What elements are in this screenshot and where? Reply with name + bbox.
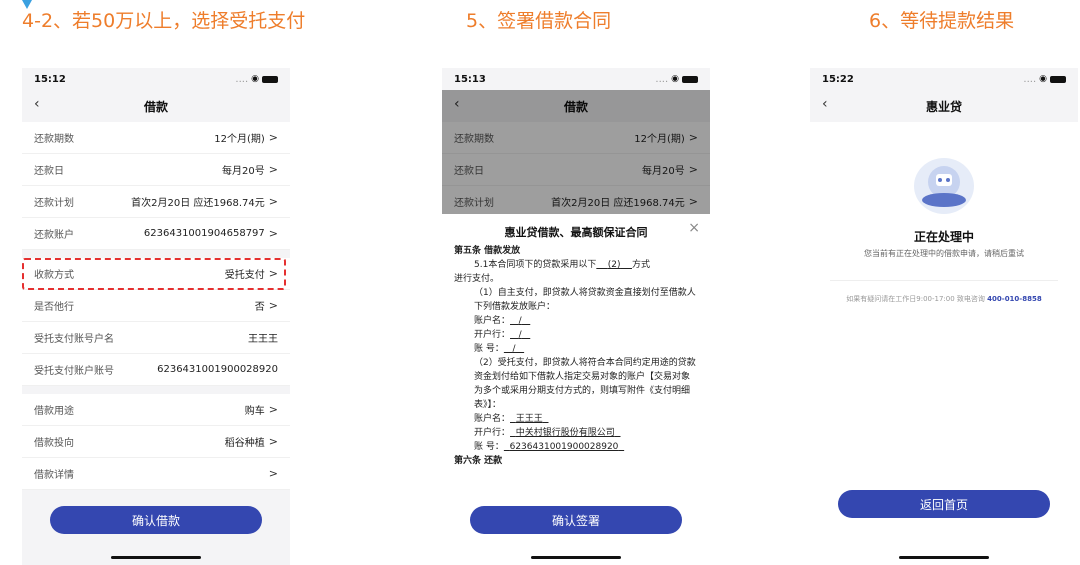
- signal-icon: ....: [655, 73, 669, 85]
- chevron-right-icon: >: [268, 227, 278, 240]
- status-time: 15:12: [34, 73, 66, 85]
- status-icons: .... ◉: [655, 74, 698, 85]
- nav-title: 惠业贷: [925, 99, 962, 114]
- confirm-loan-button[interactable]: 确认借款: [50, 506, 262, 534]
- self-acct-name: 账户名： /: [474, 316, 522, 326]
- wifi-icon: ◉: [1039, 74, 1047, 84]
- close-icon[interactable]: ×: [688, 220, 700, 236]
- home-indicator: [899, 556, 989, 559]
- nav-bar: ‹ 借款: [22, 90, 290, 122]
- status-icons: .... ◉: [1023, 74, 1066, 85]
- purpose-group: 借款用途 购车 > 借款投向 稻谷种植 > 借款详情 >: [22, 394, 290, 490]
- status-subtitle: 您当前有正在处理中的借款申请，请稍后重试: [864, 249, 1024, 258]
- status-bar: 15:12 .... ◉: [22, 68, 290, 90]
- status-bar: 15:13 .... ◉: [442, 68, 710, 90]
- nav-title: 借款: [143, 99, 168, 114]
- status-title: 正在处理中: [913, 230, 974, 244]
- highlight-dashed-box: [22, 258, 286, 290]
- self-acct-no: 账 号： /: [474, 344, 516, 354]
- back-icon[interactable]: ‹: [34, 96, 40, 112]
- step-title-4-2: 4-2、若50万以上，选择受托支付: [22, 0, 305, 33]
- article-6-heading: 第六条 还款: [454, 456, 503, 466]
- phone-screen-loan-form: 15:12 .... ◉ ‹ 借款 还款期数 12个月(期) > 还款日 每月20号 >…: [22, 68, 290, 565]
- processing-illustration-icon: [914, 158, 974, 214]
- wifi-icon: ◉: [671, 74, 679, 84]
- confirm-sign-button[interactable]: 确认签署: [470, 506, 682, 534]
- repayment-group: 还款期数 12个月(期) > 还款日 每月20号 > 还款计划 首次2月20日 应还196…: [22, 122, 290, 250]
- row-repay-periods[interactable]: 还款期数 12个月(期) >: [22, 122, 290, 154]
- entrusted-acct-no: 账 号： 6236431001900028920: [474, 442, 619, 452]
- modal-overlay[interactable]: [442, 90, 710, 214]
- clause-self-pay: （1）自主支付，即贷款人将贷款资金直接划付至借款人下列借款发放账户：: [474, 288, 696, 312]
- row-loan-direction[interactable]: 借款投向 稻谷种植 >: [22, 426, 290, 458]
- status-icons: .... ◉: [235, 74, 278, 85]
- battery-icon: [682, 75, 698, 83]
- wifi-icon: ◉: [251, 74, 259, 84]
- battery-icon: [1050, 75, 1066, 83]
- step-title-5: 5、签署借款合同: [466, 10, 612, 32]
- row-other-bank[interactable]: 是否他行否 >: [22, 290, 290, 322]
- chevron-right-icon: >: [268, 299, 278, 312]
- entrusted-acct-name: 账户名： 王王王: [474, 414, 543, 424]
- status-bar: 15:22 .... ◉: [810, 68, 1078, 90]
- arrow-indicator: [22, 0, 32, 9]
- row-repay-plan[interactable]: 还款计划 首次2月20日 应还1968.74元 >: [22, 186, 290, 218]
- signal-icon: ....: [1023, 73, 1037, 85]
- chevron-right-icon: >: [268, 435, 278, 448]
- chevron-right-icon: >: [268, 403, 278, 416]
- home-indicator: [531, 556, 621, 559]
- article-5-heading: 第五条 借款发放: [454, 246, 521, 256]
- contact-note: 如果有疑问请在工作日9:00-17:00 致电咨询 400-010-8858: [846, 295, 1042, 303]
- home-indicator: [111, 556, 201, 559]
- chevron-right-icon: >: [268, 467, 278, 480]
- self-acct-bank: 开户行： /: [474, 330, 522, 340]
- row-loan-purpose[interactable]: 借款用途 购车 >: [22, 394, 290, 426]
- battery-icon: [262, 75, 278, 83]
- row-repay-account[interactable]: 还款账户 6236431001904658797 >: [22, 218, 290, 250]
- chevron-right-icon: >: [268, 195, 278, 208]
- phone-screen-processing: 15:22 .... ◉ ‹ 惠业贷 正在处理中 您当前有正在处理中的借款申请，…: [810, 68, 1078, 565]
- contract-sheet: 惠业贷借款、最高额保证合同 × 第五条 借款发放 5.1本合同项下的贷款采用以下…: [442, 214, 710, 565]
- entrusted-acct-bank: 开户行： 中关村银行股份有限公司: [474, 428, 615, 438]
- row-payee-account[interactable]: 受托支付账户账号 6236431001900028920: [22, 354, 290, 386]
- back-icon[interactable]: ‹: [822, 96, 828, 112]
- signal-icon: ....: [235, 73, 249, 85]
- clause-5-1-cont: 进行支付。: [454, 274, 500, 284]
- clause-5-1: 5.1本合同项下的贷款采用以下 (2) 方式: [474, 260, 650, 270]
- contract-title: 惠业贷借款、最高额保证合同: [504, 226, 648, 239]
- contract-body: 第五条 借款发放 5.1本合同项下的贷款采用以下 (2) 方式 进行支付。 （1…: [442, 244, 710, 468]
- status-time: 15:13: [454, 73, 486, 85]
- step-title-6: 6、等待提款结果: [869, 10, 1015, 32]
- nav-bar: ‹ 惠业贷: [810, 90, 1078, 122]
- row-repay-day[interactable]: 还款日 每月20号 >: [22, 154, 290, 186]
- chevron-right-icon: >: [268, 163, 278, 176]
- divider: [830, 280, 1058, 281]
- chevron-right-icon: >: [268, 131, 278, 144]
- row-loan-detail[interactable]: 借款详情 >: [22, 458, 290, 490]
- row-payee-name[interactable]: 受托支付账号户名 王王王: [22, 322, 290, 354]
- return-home-button[interactable]: 返回首页: [838, 490, 1050, 518]
- status-time: 15:22: [822, 73, 854, 85]
- clause-entrusted-pay: （2）受托支付，即贷款人将符合本合同约定用途的贷款资金划付给如下借款人指定交易对…: [474, 358, 696, 410]
- hotline-number[interactable]: 400-010-8858: [987, 295, 1042, 303]
- phone-screen-contract: 15:13 .... ◉ ‹ 借款 还款期数 12个月(期) > 还款日 每月20号 >…: [442, 68, 710, 565]
